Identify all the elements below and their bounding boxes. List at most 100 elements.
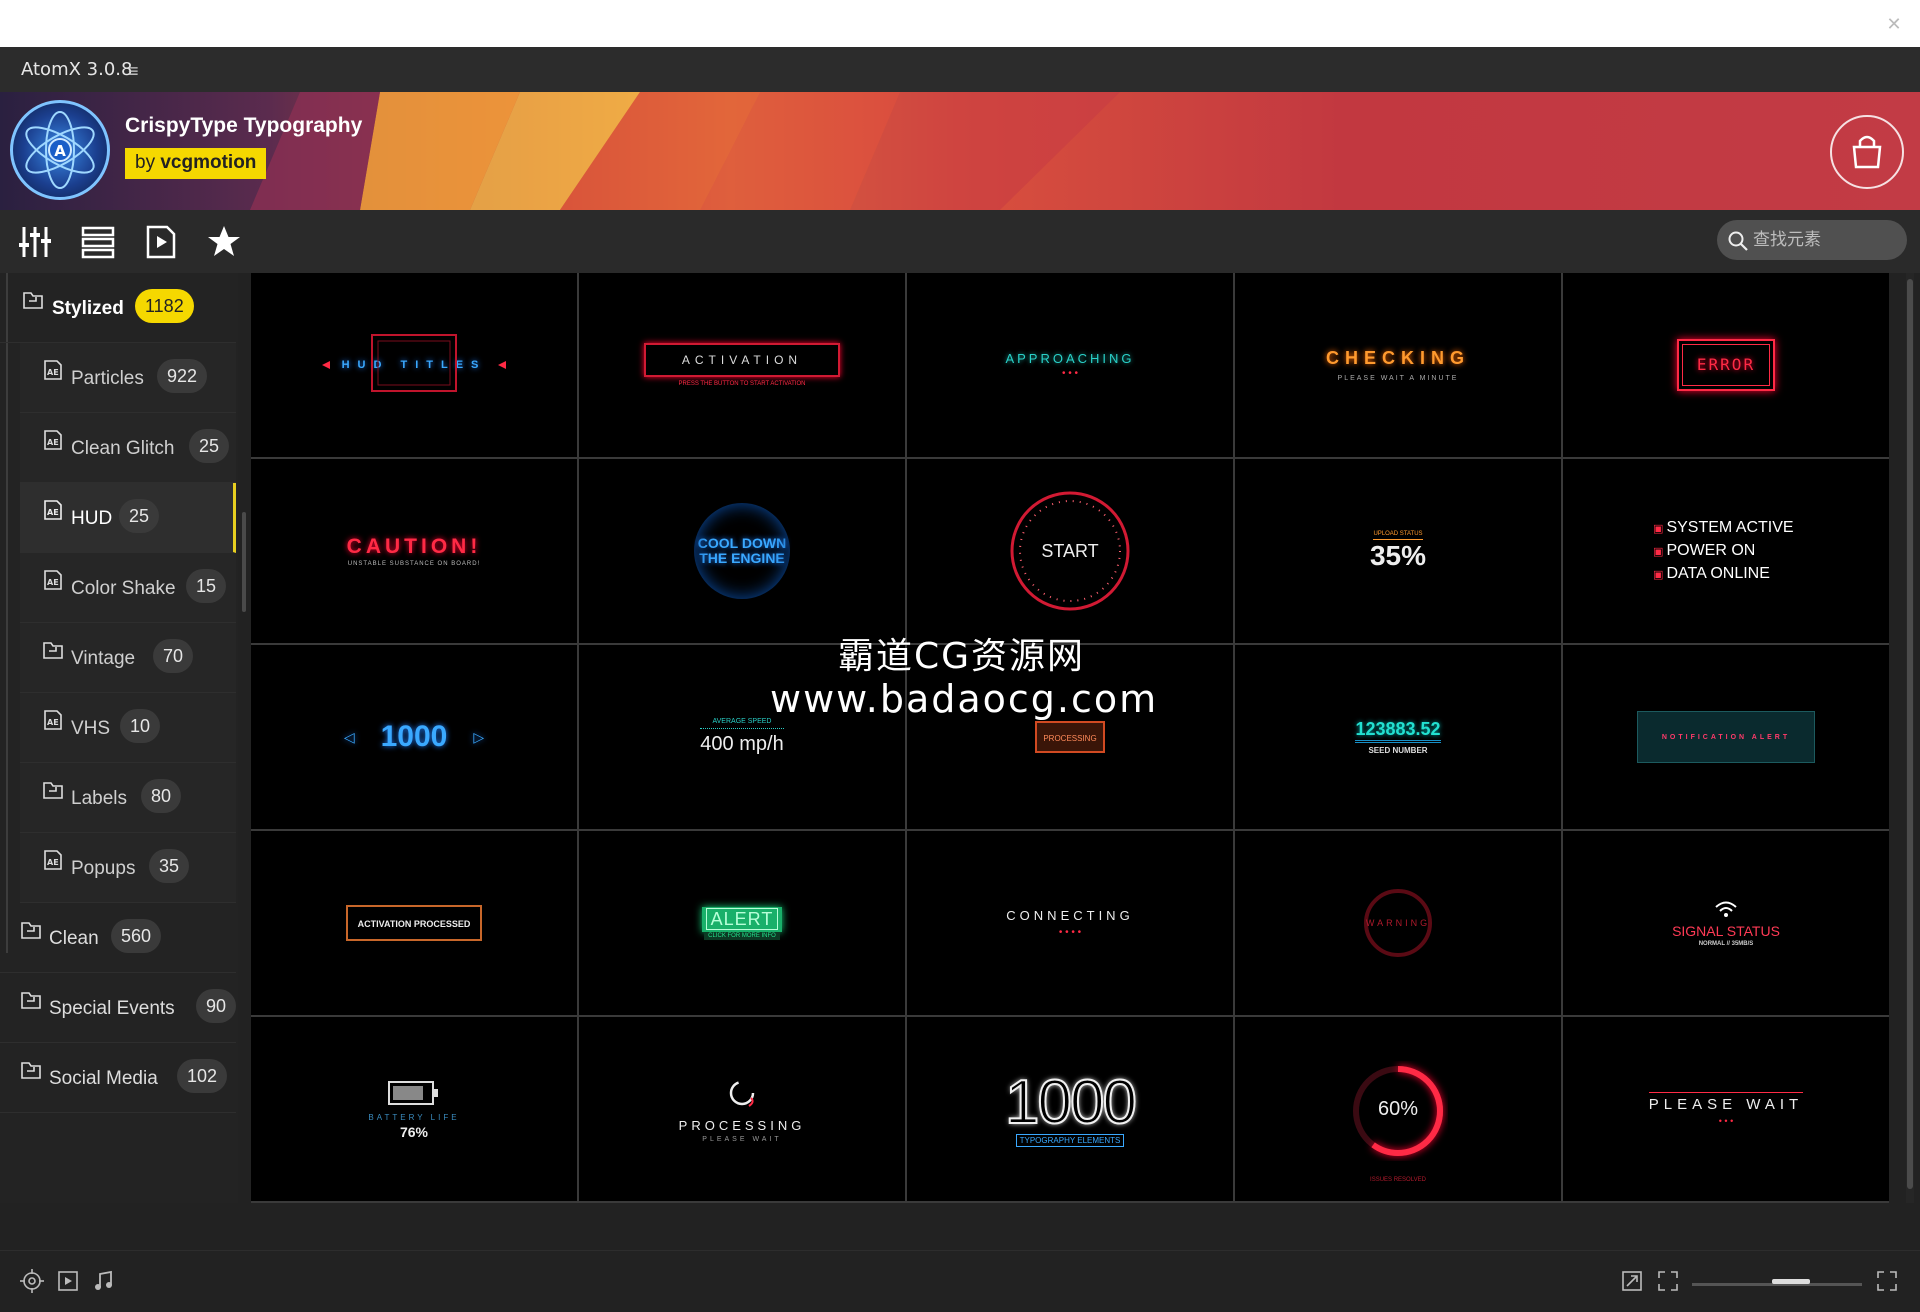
app-title: AtomX 3.0.8: [21, 59, 133, 80]
item-count-badge: 15: [186, 569, 227, 603]
preview-tile[interactable]: ▣ SYSTEM ACTIVE ▣ POWER ON ▣ DATA ONLINE: [1563, 459, 1889, 643]
ae-file-icon: AE: [44, 710, 62, 730]
sidebar-item-vintage[interactable]: Vintage 70: [20, 623, 236, 693]
preview-tile[interactable]: CHECKING PLEASE WAIT A MINUTE: [1235, 273, 1561, 457]
sidebar-item-clean[interactable]: Clean 560: [0, 903, 236, 973]
notification-box: NOTIFICATION ALERT: [1637, 711, 1815, 763]
preview-tile[interactable]: ◁ 1000 ▷: [251, 645, 577, 829]
sidebar-item-label: Clean: [49, 928, 99, 949]
status-line: ▣ DATA ONLINE: [1653, 564, 1770, 582]
pack-title: CrispyType Typography: [125, 114, 363, 137]
tile-subtitle: NORMAL // 35MB/S: [1698, 941, 1754, 947]
tile-title: ACTIVATION: [681, 353, 803, 367]
sidebar-item-vhs[interactable]: AE VHS 10: [20, 693, 236, 763]
preview-tile[interactable]: CONNECTING • • • •: [907, 831, 1233, 1015]
grid-scrollbar-thumb[interactable]: [1907, 279, 1913, 1189]
favorites-button[interactable]: [206, 224, 242, 260]
preview-tile[interactable]: 1000 TYPOGRAPHY ELEMENTS: [907, 1017, 1233, 1201]
sidebar-item-labels[interactable]: Labels 80: [20, 763, 236, 833]
chevron-left-icon: ◁: [343, 728, 355, 745]
tile-title: CAUTION!: [346, 535, 482, 558]
list-icon: [81, 226, 115, 259]
shopping-bag-icon: [1852, 135, 1882, 169]
alert-box: ALERT: [701, 906, 783, 932]
tile-title: NOTIFICATION ALERT: [1661, 733, 1791, 741]
preview-tile[interactable]: UPLOAD STATUS 35%: [1235, 459, 1561, 643]
preview-tile[interactable]: NOTIFICATION ALERT: [1563, 645, 1889, 829]
activation-processed-frame: ACTIVATION PROCESSED: [345, 905, 483, 941]
tile-subtitle: UPLOAD STATUS: [1373, 531, 1423, 540]
status-line: ▣ SYSTEM ACTIVE: [1653, 518, 1794, 536]
play-icon[interactable]: [56, 1269, 80, 1293]
list-view-button[interactable]: [80, 224, 116, 260]
sidebar-scrollbar[interactable]: [242, 512, 246, 612]
processing-frame: PROCESSING: [1035, 721, 1105, 753]
zoom-slider-thumb[interactable]: [1772, 1279, 1810, 1284]
preview-grid: HUD TITLES ACTIVATION PRESS THE BUTTON T…: [251, 273, 1889, 1203]
maximize-icon[interactable]: [1875, 1269, 1899, 1293]
sidebar-item-clean-glitch[interactable]: AE Clean Glitch 25: [20, 413, 236, 483]
preview-tile[interactable]: PLEASE WAIT • • •: [1563, 1017, 1889, 1201]
pack-logo: A: [10, 100, 110, 200]
sidebar-item-social-media[interactable]: Social Media 102: [0, 1043, 236, 1113]
hud-frame-decoration: [322, 334, 506, 392]
search-icon: [1728, 231, 1748, 251]
preview-tile[interactable]: CAUTION! UNSTABLE SUBSTANCE ON BOARD!: [251, 459, 577, 643]
preview-tile[interactable]: COOL DOWN THE ENGINE: [579, 459, 905, 643]
toolbar: [0, 210, 1920, 273]
tile-title: 35%: [1369, 539, 1427, 571]
folder-icon: [21, 992, 41, 1009]
expand-icon[interactable]: [1620, 1269, 1644, 1293]
folder-icon: [43, 782, 63, 799]
svg-text:AE: AE: [47, 368, 59, 377]
folder-icon: [21, 1062, 41, 1079]
preview-tile[interactable]: HUD TITLES: [251, 273, 577, 457]
close-icon[interactable]: ✕: [1882, 12, 1906, 36]
author-badge[interactable]: by vcgmotion: [125, 148, 267, 179]
preview-tile[interactable]: APPROACHING • • •: [907, 273, 1233, 457]
tile-title: CHECKING: [1325, 348, 1470, 368]
fullscreen-icon[interactable]: [1656, 1269, 1680, 1293]
preview-tile[interactable]: BATTERY LIFE 76%: [251, 1017, 577, 1201]
hamburger-menu-icon[interactable]: ≡: [128, 61, 139, 82]
sidebar-item-hud[interactable]: AE HUD 25: [20, 483, 236, 553]
preview-tile[interactable]: START: [907, 459, 1233, 643]
svg-text:AE: AE: [47, 858, 59, 867]
svg-text:AE: AE: [47, 578, 59, 587]
preview-tile[interactable]: ACTIVATION PRESS THE BUTTON TO START ACT…: [579, 273, 905, 457]
preview-tile[interactable]: ERROR: [1563, 273, 1889, 457]
ae-file-icon: AE: [44, 570, 62, 590]
grid-scrollbar[interactable]: [1906, 273, 1914, 1203]
preview-tile[interactable]: SIGNAL STATUS NORMAL // 35MB/S: [1563, 831, 1889, 1015]
tile-subtitle: • • • •: [1058, 927, 1082, 938]
item-count-badge: 922: [157, 359, 208, 393]
preview-tile[interactable]: ACTIVATION PROCESSED: [251, 831, 577, 1015]
sidebar-item-color-shake[interactable]: AE Color Shake 15: [20, 553, 236, 623]
tile-title: SIGNAL STATUS: [1672, 923, 1780, 939]
equalizer-button[interactable]: [17, 224, 53, 260]
sidebar-tree-rail: [6, 273, 8, 953]
target-icon[interactable]: [20, 1269, 44, 1293]
sidebar-item-particles[interactable]: AE Particles 922: [20, 343, 236, 413]
sidebar-item-stylized[interactable]: Stylized 1182: [0, 273, 236, 343]
search-input[interactable]: [1753, 220, 1901, 260]
tile-subtitle: PLEASE WAIT A MINUTE: [1337, 375, 1459, 382]
music-note-icon[interactable]: [92, 1269, 116, 1293]
pack-banner: A CrispyType Typography by vcgmotion: [0, 92, 1920, 210]
video-file-button[interactable]: [143, 224, 179, 260]
item-count-badge: 25: [189, 429, 230, 463]
sidebar-item-label: Stylized: [52, 298, 124, 319]
app-window: AtomX 3.0.8 ≡ A CrispyType Typography by…: [0, 47, 1920, 1312]
sidebar-item-popups[interactable]: AE Popups 35: [20, 833, 236, 903]
preview-tile[interactable]: WARNING: [1235, 831, 1561, 1015]
sidebar-item-label: Labels: [71, 788, 127, 809]
tile-title: ALERT: [705, 907, 779, 930]
preview-tile[interactable]: 123883.52 SEED NUMBER: [1235, 645, 1561, 829]
preview-tile[interactable]: 60% ISSUES RESOLVED: [1235, 1017, 1561, 1201]
sidebar-item-special-events[interactable]: Special Events 90: [0, 973, 237, 1043]
preview-tile[interactable]: PROCESSING PLEASE WAIT: [579, 1017, 905, 1201]
shopping-bag-button[interactable]: [1830, 115, 1904, 189]
item-count-badge: 35: [149, 849, 190, 883]
preview-tile[interactable]: ALERT CLICK FOR MORE INFO: [579, 831, 905, 1015]
search-box[interactable]: [1717, 220, 1907, 260]
